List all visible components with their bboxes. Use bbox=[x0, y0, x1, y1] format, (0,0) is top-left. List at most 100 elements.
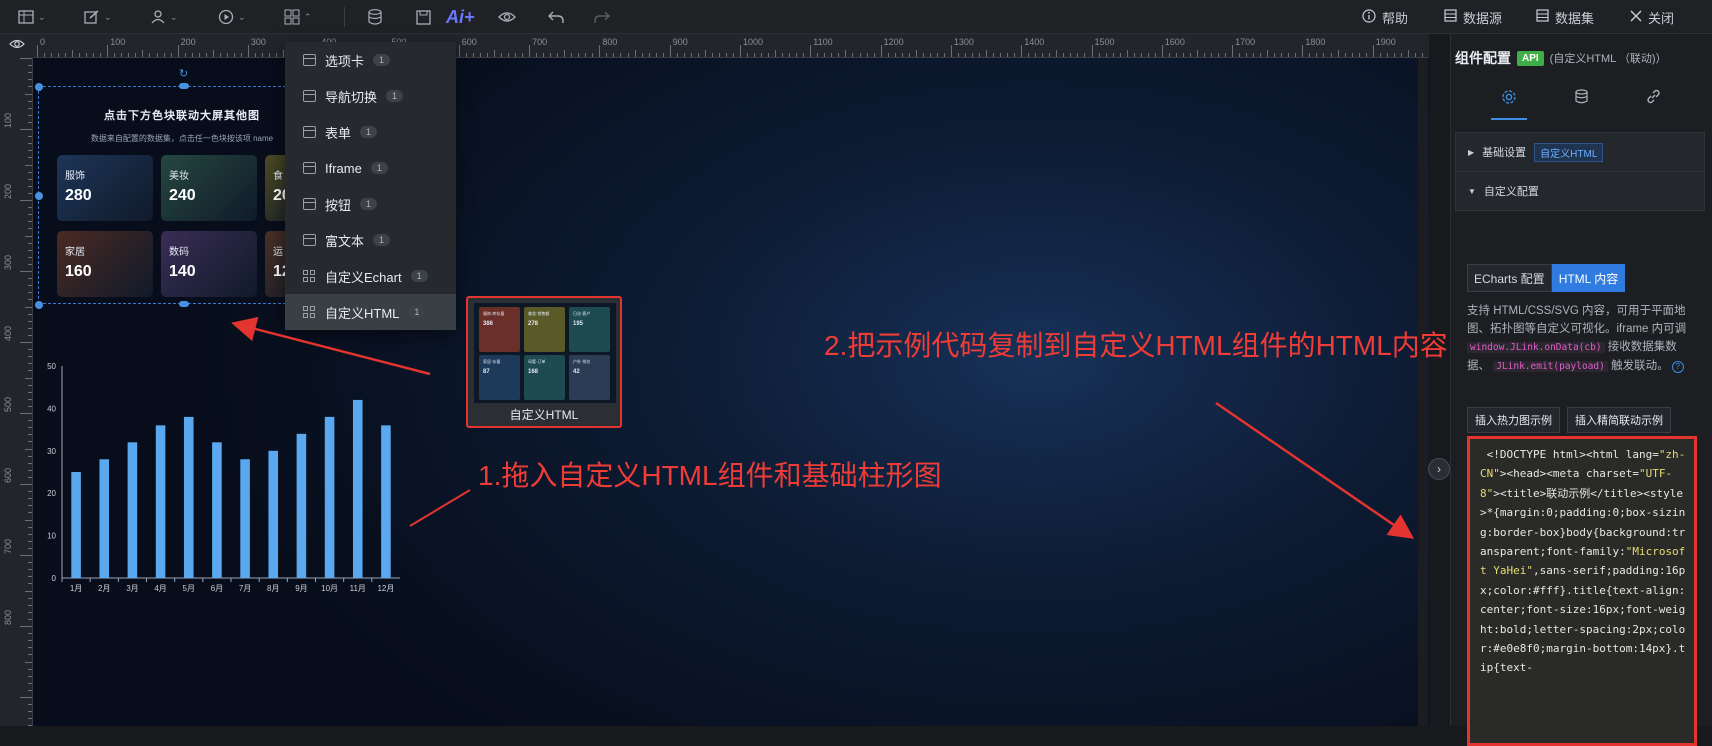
media-menu[interactable]: ⌄ bbox=[218, 0, 246, 34]
ruler-tick bbox=[1204, 53, 1205, 57]
ruler-tick bbox=[782, 53, 783, 57]
ruler-tick bbox=[466, 53, 467, 57]
category-tile[interactable]: 数码140 bbox=[161, 231, 257, 297]
tab-html-content[interactable]: HTML 内容 bbox=[1552, 264, 1626, 292]
ruler-tick bbox=[1225, 53, 1226, 57]
resize-handle[interactable] bbox=[179, 301, 189, 307]
menu-item-form[interactable]: 表单1 bbox=[285, 114, 456, 150]
tab-style[interactable] bbox=[1479, 78, 1539, 120]
layout-menu[interactable]: ⌄ bbox=[18, 0, 46, 34]
api-badge[interactable]: API bbox=[1517, 51, 1544, 66]
ruler-label: 200 bbox=[181, 37, 196, 47]
ruler-tick bbox=[28, 612, 32, 613]
ruler-tick bbox=[28, 335, 32, 336]
resize-handle[interactable] bbox=[35, 192, 43, 200]
category-tile[interactable]: 家居160 bbox=[57, 231, 153, 297]
ruler-tick bbox=[536, 53, 537, 57]
ruler-tick bbox=[1373, 45, 1374, 57]
resize-handle[interactable] bbox=[35, 301, 43, 309]
section-custom-config[interactable]: ▼ 自定义配置 bbox=[1455, 171, 1705, 211]
database-button[interactable] bbox=[368, 0, 382, 34]
menu-item-tabs[interactable]: 选项卡1 bbox=[285, 42, 456, 78]
ruler-tick bbox=[28, 292, 32, 293]
redo-button[interactable] bbox=[594, 0, 610, 34]
rotate-icon[interactable]: ↻ bbox=[179, 67, 188, 80]
insert-linkage-example-button[interactable]: 插入精简联动示例 bbox=[1567, 407, 1671, 433]
bar bbox=[156, 425, 166, 578]
ruler-tick bbox=[1295, 53, 1296, 57]
x-tick-label: 10月 bbox=[321, 584, 338, 593]
bar-chart[interactable]: 010203040501月2月3月4月5月6月7月8月9月10月11月12月 bbox=[40, 356, 410, 606]
ruler-tick bbox=[28, 72, 32, 73]
ruler-tick bbox=[28, 569, 32, 570]
datasource-button[interactable]: 数据源 bbox=[1444, 0, 1502, 34]
category-tile[interactable]: 美妆240 bbox=[161, 155, 257, 221]
edit-icon bbox=[84, 10, 100, 24]
ruler-tick bbox=[965, 53, 966, 57]
preview-image: 服饰·库存量386 美妆·销售额278 日化·客户195 家居·存量87 母婴·… bbox=[474, 303, 616, 403]
grid-icon bbox=[284, 9, 300, 25]
component-menu-trigger[interactable]: ⌃ bbox=[284, 0, 312, 34]
ruler-tick bbox=[1352, 53, 1353, 57]
ruler-tick bbox=[501, 53, 502, 57]
panel-collapse-button[interactable]: › bbox=[1428, 458, 1450, 480]
ruler-tick bbox=[28, 470, 32, 471]
ruler-tick bbox=[557, 53, 558, 57]
play-icon bbox=[218, 9, 234, 25]
edit-menu[interactable]: ⌄ bbox=[84, 0, 112, 34]
ruler-tick bbox=[1211, 53, 1212, 57]
ruler-tick bbox=[28, 349, 32, 350]
content-tabs: ECharts 配置 HTML 内容 bbox=[1467, 264, 1625, 292]
database-icon bbox=[368, 9, 382, 25]
ruler-tick bbox=[1302, 45, 1303, 57]
ruler-tick bbox=[28, 676, 32, 677]
ruler-tick bbox=[578, 53, 579, 57]
component-preview-thumbnail[interactable]: 服饰·库存量386 美妆·销售额278 日化·客户195 家居·存量87 母婴·… bbox=[466, 296, 622, 428]
canvas-scrollbar[interactable] bbox=[1418, 58, 1428, 726]
user-menu[interactable]: ⌄ bbox=[150, 0, 178, 34]
help-icon[interactable]: ? bbox=[1672, 361, 1684, 373]
ruler-tick bbox=[28, 385, 32, 386]
tab-data[interactable] bbox=[1551, 78, 1611, 120]
custom-html-widget[interactable]: 点击下方色块联动大屏其他图 数据来自配置的数据集，点击任一色块按该项 name … bbox=[38, 86, 326, 304]
count-badge: 1 bbox=[411, 270, 428, 282]
ruler-tick bbox=[1042, 53, 1043, 57]
tab-echarts-config[interactable]: ECharts 配置 bbox=[1467, 264, 1552, 292]
menu-item-richtext[interactable]: 富文本1 bbox=[285, 222, 456, 258]
menu-item-button[interactable]: 按钮1 bbox=[285, 186, 456, 222]
menu-item-nav-switch[interactable]: 导航切换1 bbox=[285, 78, 456, 114]
menu-item-iframe[interactable]: Iframe1 bbox=[285, 150, 456, 186]
ruler-tick bbox=[1084, 53, 1085, 57]
help-button[interactable]: 帮助 bbox=[1362, 0, 1408, 34]
ruler-tick bbox=[25, 165, 32, 166]
ruler-tick bbox=[28, 172, 32, 173]
ai-button[interactable]: Ai+ bbox=[446, 0, 475, 34]
tab-interaction[interactable] bbox=[1623, 78, 1683, 120]
close-button[interactable]: 关闭 bbox=[1630, 0, 1674, 34]
ruler-tick bbox=[874, 53, 875, 57]
resize-handle[interactable] bbox=[35, 83, 43, 91]
menu-item-custom-html[interactable]: 自定义HTML1 bbox=[285, 294, 456, 330]
ruler-tick bbox=[79, 53, 80, 57]
ruler-tick bbox=[1239, 53, 1240, 57]
preview-button[interactable] bbox=[498, 0, 516, 34]
ruler-tick bbox=[28, 527, 32, 528]
resize-handle[interactable] bbox=[179, 83, 189, 89]
dataset-button[interactable]: 数据集 bbox=[1536, 0, 1594, 34]
ruler-label: 1900 bbox=[1376, 37, 1396, 47]
ruler-visibility-toggle[interactable] bbox=[0, 34, 33, 58]
ruler-tick bbox=[213, 50, 214, 57]
category-tile[interactable]: 服饰280 bbox=[57, 155, 153, 221]
section-basic-settings[interactable]: ▶ 基础设置 自定义HTML bbox=[1455, 132, 1705, 172]
save-button[interactable] bbox=[416, 0, 431, 34]
menu-item-custom-echart[interactable]: 自定义Echart1 bbox=[285, 258, 456, 294]
ruler-tick bbox=[993, 53, 994, 57]
link-icon bbox=[1646, 89, 1661, 109]
ruler-tick bbox=[1127, 50, 1128, 57]
echart-icon bbox=[303, 270, 316, 282]
html-code-editor[interactable]: <!DOCTYPE html><html lang="zh-CN"><head>… bbox=[1467, 436, 1697, 746]
preview-tile: 服饰·库存量386 bbox=[479, 307, 520, 352]
insert-heatmap-example-button[interactable]: 插入热力图示例 bbox=[1467, 407, 1560, 433]
undo-button[interactable] bbox=[548, 0, 564, 34]
ruler-tick bbox=[628, 53, 629, 57]
